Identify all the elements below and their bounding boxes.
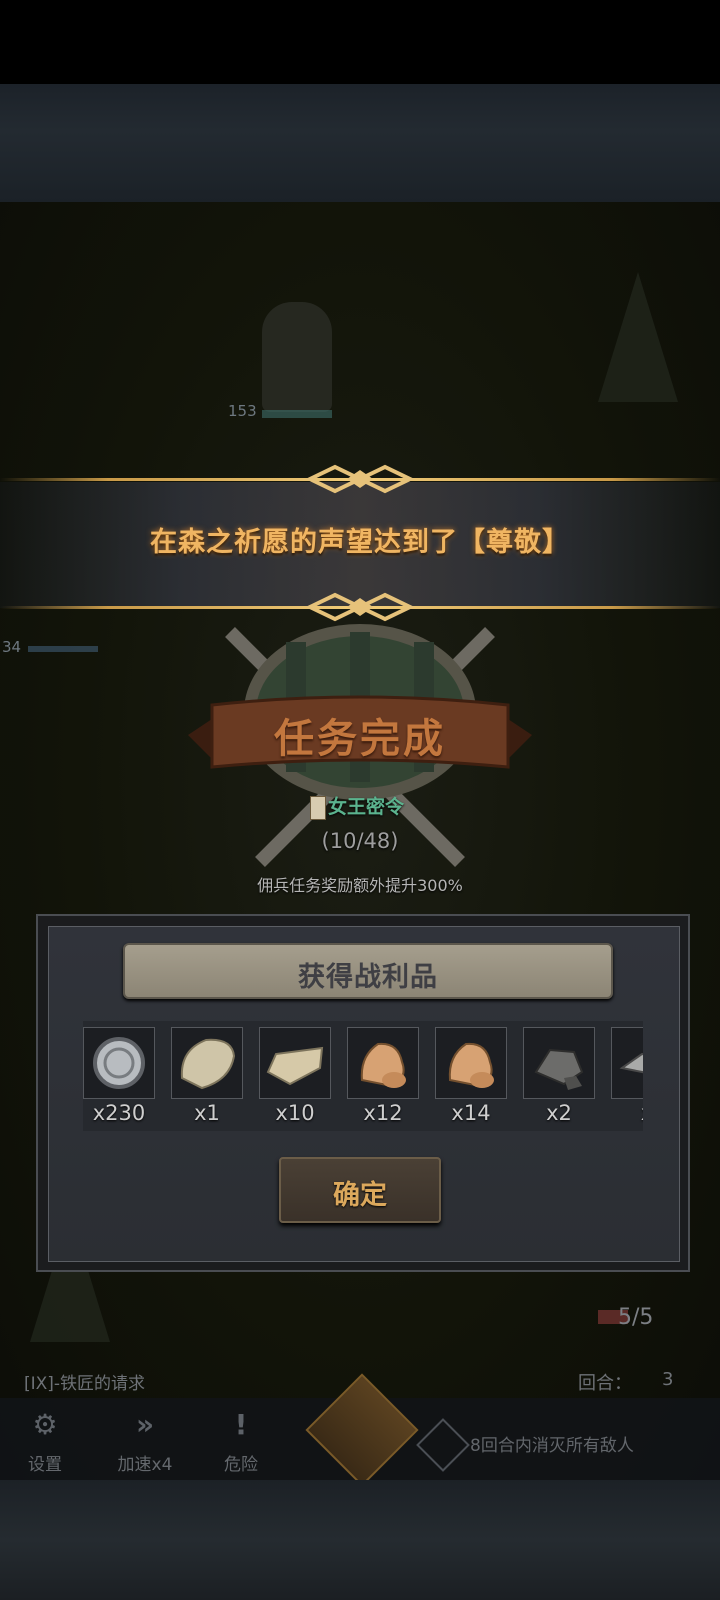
loot-item[interactable]: x: [611, 1027, 643, 1125]
status-bar: [0, 0, 720, 84]
loot-qty: x: [611, 1101, 643, 1125]
quest-complete-title: 任务完成: [274, 716, 446, 762]
loot-qty: x14: [451, 1101, 491, 1125]
ornament-knot-icon: [305, 464, 415, 494]
danger-button[interactable]: ! 危险: [196, 1404, 286, 1480]
fast-forward-icon: »: [135, 1408, 155, 1441]
ore-icon: [448, 1042, 494, 1088]
round-label: 回合：: [578, 1373, 632, 1394]
gear-icon: ⚙: [32, 1408, 58, 1441]
loot-qty: x1: [194, 1101, 220, 1125]
ore-icon: [360, 1042, 406, 1088]
hero-hp: 153: [228, 402, 257, 420]
loot-item[interactable]: x2: [523, 1027, 595, 1125]
quest-name: [IX]-铁匠的请求: [24, 1374, 146, 1394]
order-name: 女王密令: [328, 796, 405, 818]
bonus-text: 佣兵任务奖励额外提升300%: [257, 876, 463, 895]
ingot-icon: [619, 1052, 643, 1074]
speed-label: 加速x4: [117, 1455, 173, 1475]
enemy-hp: 34: [2, 638, 22, 656]
confirm-label: 确定: [333, 1180, 387, 1211]
loot-item[interactable]: x12: [347, 1027, 419, 1125]
loot-title-bar: 获得战利品: [123, 943, 613, 999]
round-value: 3: [662, 1369, 674, 1390]
loot-title: 获得战利品: [298, 962, 438, 993]
loot-item[interactable]: x230: [83, 1027, 155, 1125]
loot-qty: x10: [275, 1101, 315, 1125]
quest-order: 女王密令: [300, 792, 420, 822]
stone-icon: [534, 1048, 584, 1090]
loot-qty: x230: [92, 1101, 146, 1125]
turn-counter: 5/5: [618, 1305, 654, 1330]
loot-dialog-body: 获得战利品 x230 x1 x10 x12 x14 x2 确定: [48, 926, 680, 1262]
top-frame: [0, 84, 720, 202]
settings-button[interactable]: ⚙ 设置: [0, 1404, 90, 1480]
silver-coin-icon: [93, 1037, 145, 1089]
loot-dialog: 获得战利品 x230 x1 x10 x12 x14 x2 确定: [36, 914, 690, 1272]
pine-tree: [598, 272, 678, 402]
fur-icon: [266, 1046, 324, 1086]
scroll-icon: [310, 796, 326, 820]
danger-label: 危险: [224, 1455, 258, 1475]
loot-item[interactable]: x1: [171, 1027, 243, 1125]
enemy-status-bar: [28, 646, 98, 652]
hero-status-bar: [262, 410, 332, 418]
loot-qty: x12: [363, 1101, 403, 1125]
loot-item[interactable]: x14: [435, 1027, 507, 1125]
confirm-button[interactable]: 确定: [279, 1157, 441, 1223]
objective-text: 8回合内消灭所有敌人: [470, 1436, 634, 1456]
reputation-message: 在森之祈愿的声望达到了【尊敬】: [150, 527, 570, 558]
bottom-frame: [0, 1480, 720, 1600]
settings-label: 设置: [28, 1455, 62, 1475]
loot-qty: x2: [546, 1101, 572, 1125]
exclamation-icon: !: [234, 1408, 248, 1441]
hero-unit: [262, 302, 332, 412]
loot-item-list[interactable]: x230 x1 x10 x12 x14 x2: [83, 1021, 643, 1131]
order-progress: (10/48): [321, 829, 399, 853]
hide-icon: [180, 1038, 236, 1090]
loot-item[interactable]: x10: [259, 1027, 331, 1125]
speed-button[interactable]: » 加速x4: [100, 1404, 190, 1480]
